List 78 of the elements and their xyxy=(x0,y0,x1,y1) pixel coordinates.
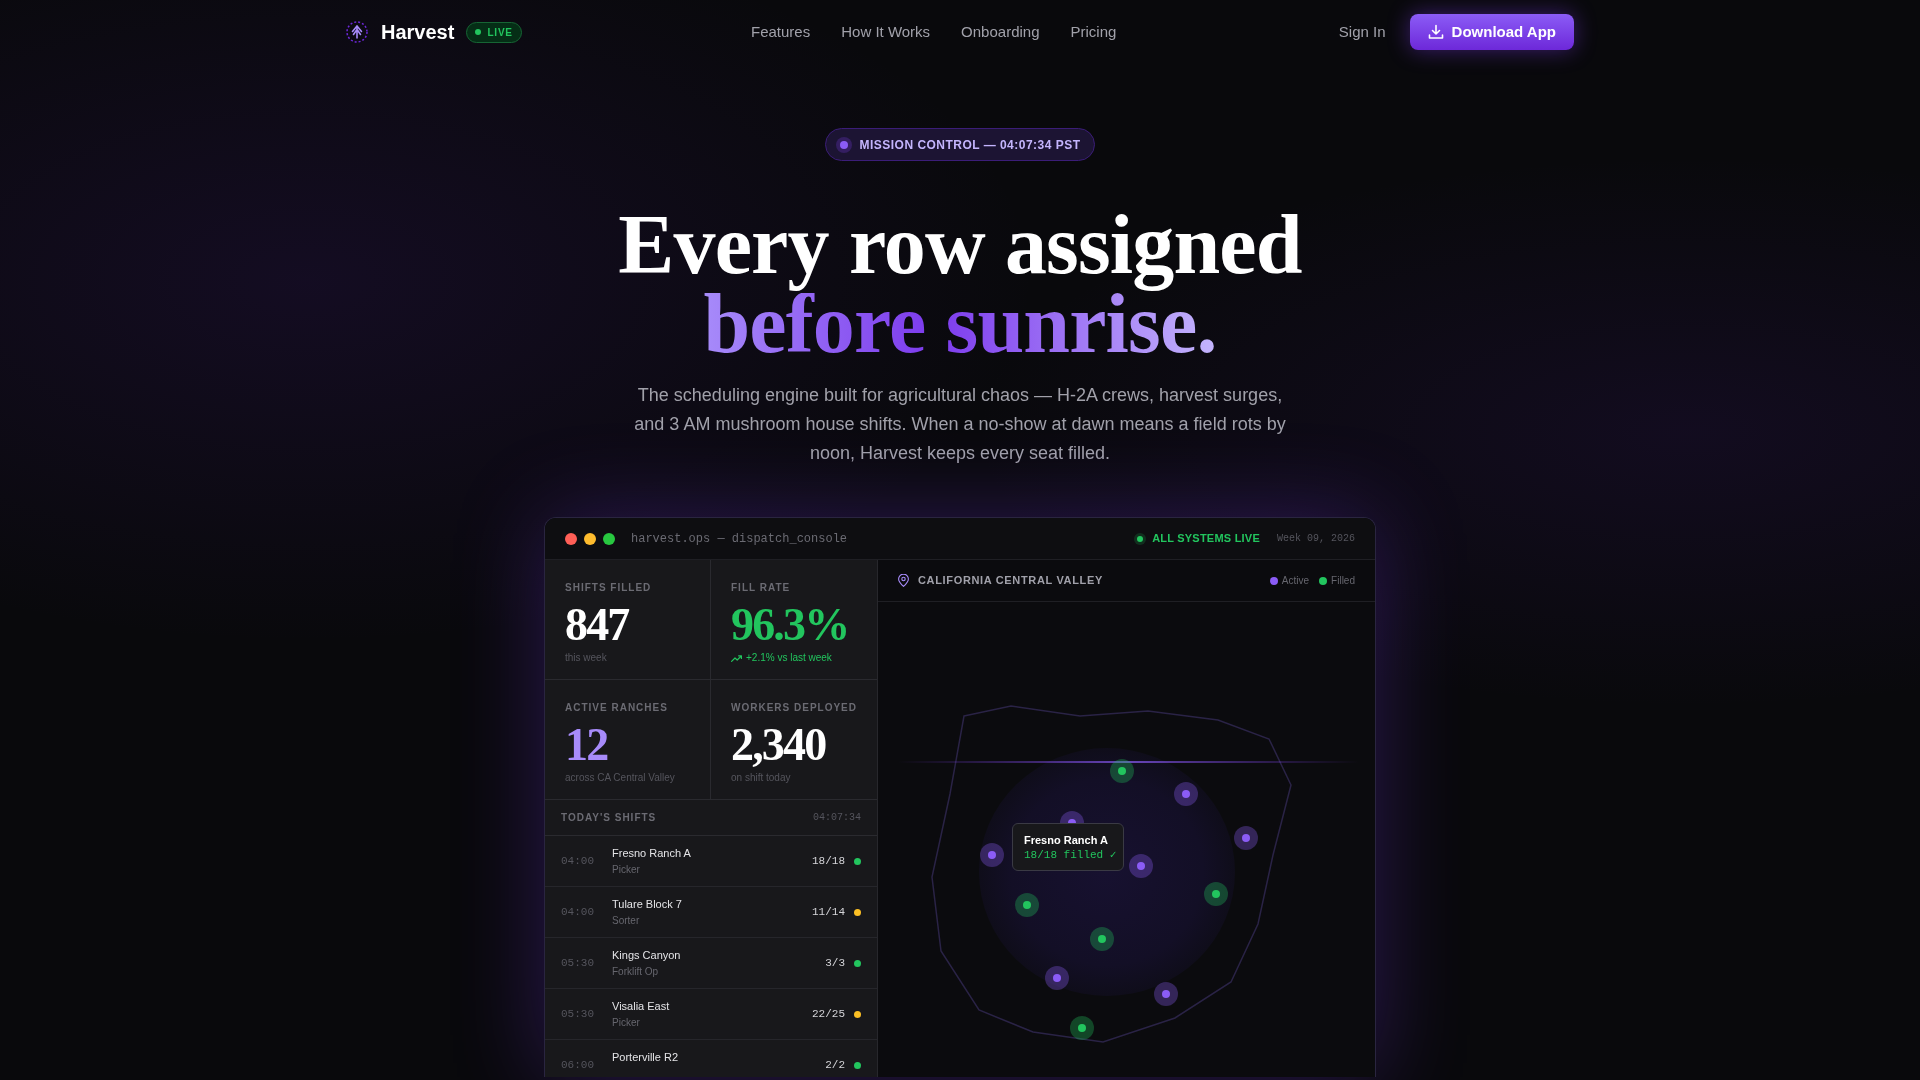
shift-time: 05:30 xyxy=(561,1006,595,1022)
window-minimize-icon[interactable] xyxy=(584,532,596,545)
brand-name[interactable]: Harvest xyxy=(381,17,455,47)
clock-time: 04:07:34 xyxy=(813,811,861,825)
map-marker-icon[interactable] xyxy=(1110,759,1134,783)
window-maximize-icon[interactable] xyxy=(603,532,615,545)
shift-time: 04:00 xyxy=(561,904,595,920)
map-marker-icon[interactable] xyxy=(1090,927,1114,951)
window-close-icon[interactable] xyxy=(565,532,577,545)
nav-link[interactable]: Features xyxy=(751,20,811,44)
stat-note: +2.1% vs last week xyxy=(746,651,832,665)
shift-role: Forklift Op xyxy=(612,965,660,978)
headline-accent: before sunrise. xyxy=(703,293,1217,355)
map-marker-icon[interactable] xyxy=(1015,893,1039,917)
site-name: Tulare Block 7 xyxy=(612,897,682,912)
live-label: LIVE xyxy=(487,25,513,40)
shift-time: 06:00 xyxy=(561,1057,595,1073)
window-title: harvest.ops — dispatch_console xyxy=(631,530,848,548)
shift-row[interactable]: 05:30 Visalia East Picker 22/25 xyxy=(545,989,877,1040)
nav-link[interactable]: How It Works xyxy=(841,20,931,44)
stat-label: SHIFTS FILLED xyxy=(565,582,653,594)
shift-count: 2/2 xyxy=(825,1057,845,1073)
shift-count: 18/18 xyxy=(812,853,845,869)
stat-value: 96.3% xyxy=(731,602,850,648)
stat-note: across CA Central Valley xyxy=(565,771,676,785)
map-marker-icon[interactable] xyxy=(1045,966,1069,990)
map-marker-icon[interactable] xyxy=(1204,882,1228,906)
sign-in-link[interactable]: Sign In xyxy=(1338,20,1386,44)
site-name: Visalia East xyxy=(612,999,670,1014)
shift-row[interactable]: 05:30 Kings Canyon Forklift Op 3/3 xyxy=(545,938,877,989)
map-marker-icon[interactable] xyxy=(1174,782,1198,806)
status-dot-icon xyxy=(835,136,852,153)
site-name: Kings Canyon xyxy=(612,948,681,963)
tooltip-detail: 18/18 filled ✓ xyxy=(1024,848,1118,862)
map-marker-icon[interactable] xyxy=(1154,982,1178,1006)
map-marker-icon[interactable] xyxy=(1129,854,1153,878)
site-name: Porterville R2 xyxy=(612,1050,679,1065)
map-pin-icon xyxy=(898,574,909,587)
shift-row[interactable]: 04:00 Fresno Ranch A Picker 18/18 xyxy=(545,836,877,887)
hero-description: The scheduling engine built for agricultural chaos — H-2A crews, harvest surges, and 3 AM mushroom house shifts. When a no-show at dawn means a field rots by noon, Harvest keeps every seat filled. xyxy=(633,384,1287,465)
stat-note: this week xyxy=(565,651,608,665)
section-title: TODAY'S SHIFTS xyxy=(561,811,657,825)
shift-count: 3/3 xyxy=(825,955,845,971)
map-marker-icon[interactable] xyxy=(1234,826,1258,850)
system-status: ALL SYSTEMS LIVE xyxy=(1152,531,1260,547)
legend-label: Filled xyxy=(1331,574,1355,588)
shift-row[interactable]: 04:00 Tulare Block 7 Sorter 11/14 xyxy=(545,887,877,938)
site-name: Fresno Ranch A xyxy=(612,846,691,861)
shift-role: Picker xyxy=(612,1016,641,1029)
shift-row[interactable]: 06:00 Porterville R2 2/2 xyxy=(545,1040,877,1077)
shift-count: 22/25 xyxy=(812,1006,845,1022)
stat-value: 847 xyxy=(565,602,630,648)
nav-link[interactable]: Onboarding xyxy=(961,20,1040,44)
stat-label: FILL RATE xyxy=(731,582,792,594)
stat-value: 12 xyxy=(565,722,609,768)
week-label: Week 09, 2026 xyxy=(1277,532,1355,546)
shift-count: 11/14 xyxy=(812,904,845,920)
shift-role: Picker xyxy=(612,863,641,876)
stat-label: ACTIVE RANCHES xyxy=(565,702,669,714)
legend-label: Active xyxy=(1281,574,1310,588)
headline: Every row assigned xyxy=(618,206,1302,293)
stat-note: on shift today xyxy=(731,771,792,785)
stat-label: WORKERS DEPLOYED xyxy=(731,702,858,714)
eyebrow-text: MISSION CONTROL — 04:07:34 PST xyxy=(859,136,1081,154)
tooltip-title: Fresno Ranch A xyxy=(1024,833,1109,847)
map-title: CALIFORNIA CENTRAL VALLEY xyxy=(918,573,1103,589)
nav-link[interactable]: Pricing xyxy=(1070,20,1117,44)
status-dot-icon xyxy=(1134,532,1147,545)
shift-time: 05:30 xyxy=(561,955,595,971)
trend-up-icon xyxy=(731,654,742,662)
map-marker-icon[interactable] xyxy=(980,843,1004,867)
map-marker-icon[interactable] xyxy=(1070,1016,1094,1040)
shift-role: Sorter xyxy=(612,914,641,927)
shift-time: 04:00 xyxy=(561,853,595,869)
logo-icon[interactable] xyxy=(346,21,368,43)
download-icon xyxy=(1427,24,1444,40)
stat-value: 2,340 xyxy=(731,722,827,768)
download-app-button[interactable]: Download App xyxy=(1409,14,1574,50)
